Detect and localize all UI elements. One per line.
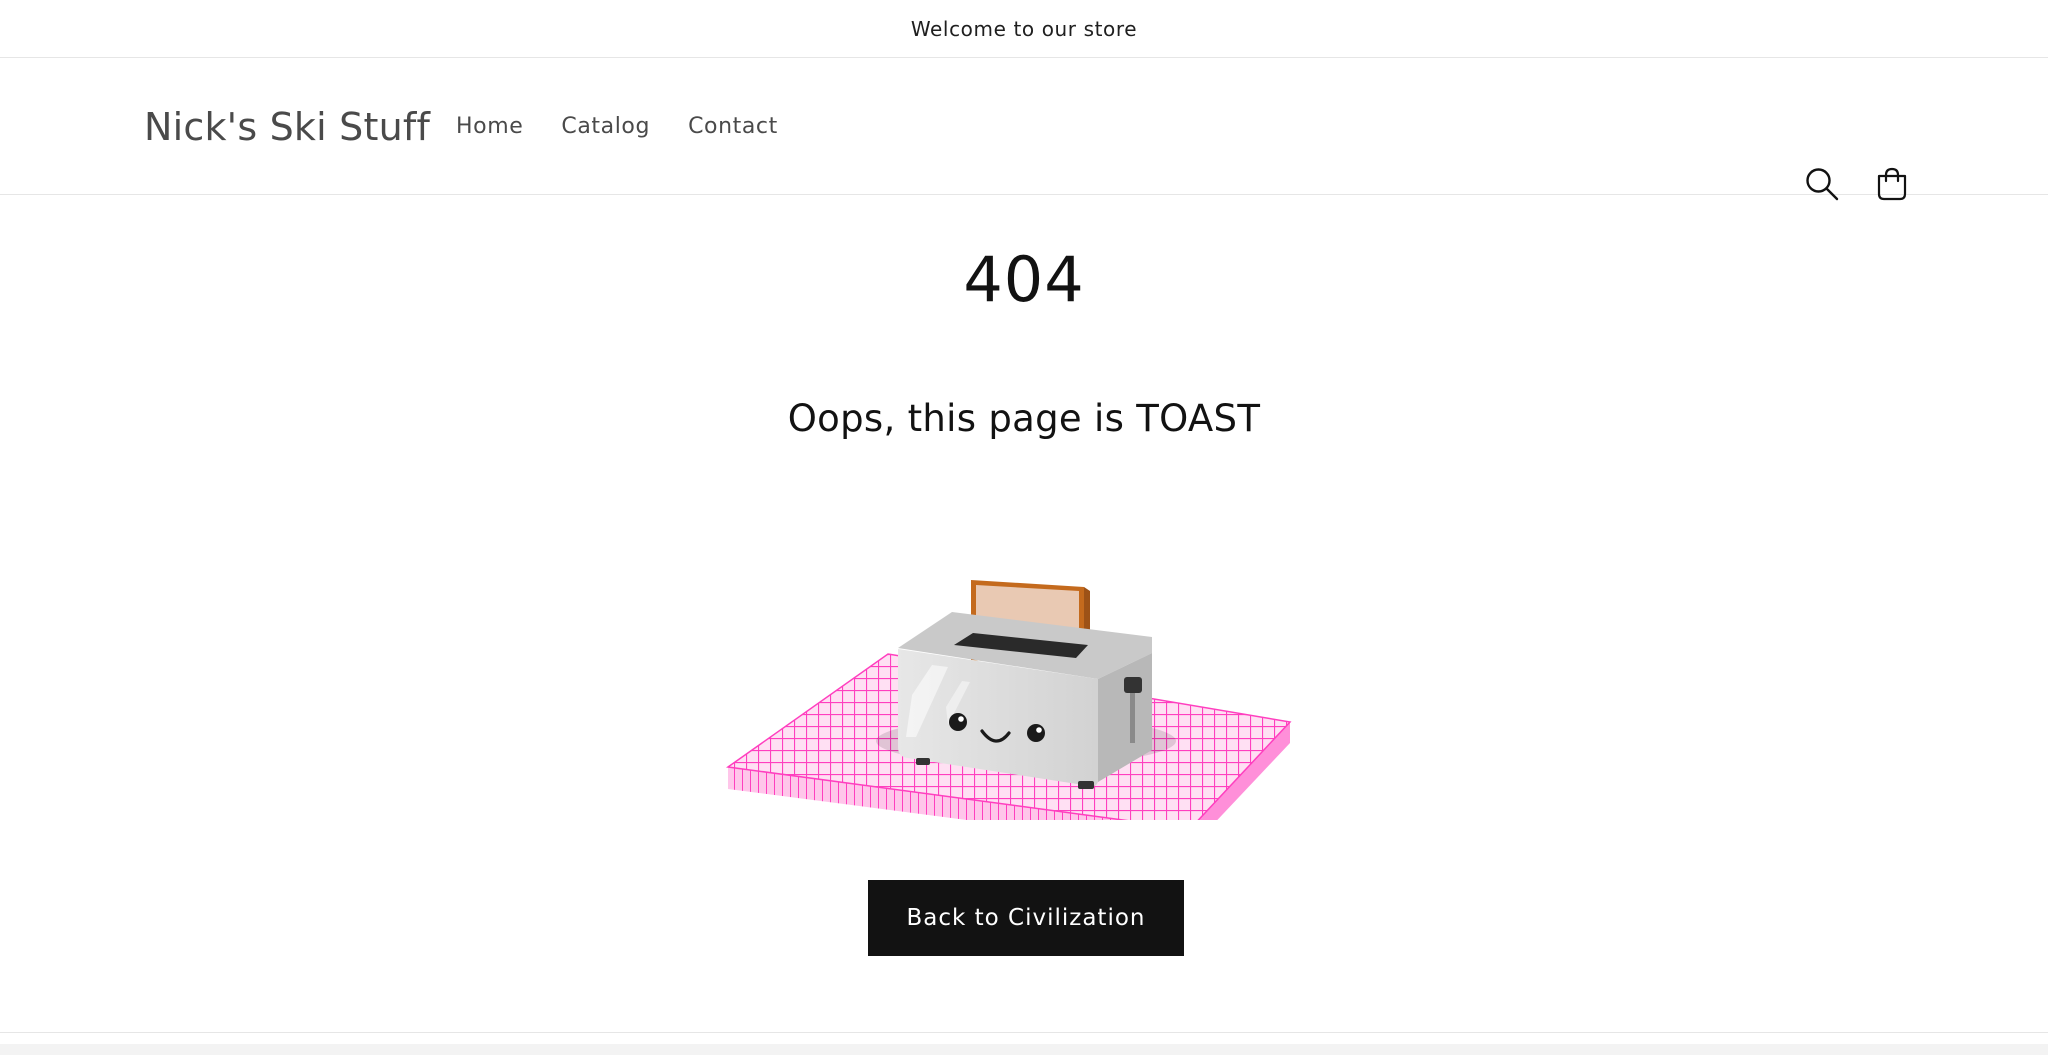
site-header: Nick's Ski Stuff Home Catalog Contact	[0, 58, 2048, 201]
toaster-illustration	[726, 580, 1292, 820]
error-code: 404	[963, 243, 1085, 316]
store-logo[interactable]: Nick's Ski Stuff	[144, 58, 430, 195]
main-nav: Home Catalog Contact	[456, 58, 816, 195]
nav-item-home[interactable]: Home	[456, 114, 523, 139]
main-content: 404 Oops, this page is TOAST Back to Civ…	[0, 195, 2048, 1055]
announcement-bar: Welcome to our store	[0, 0, 2048, 58]
error-message: Oops, this page is TOAST	[787, 397, 1261, 440]
footer-divider	[0, 1032, 2048, 1033]
nav-item-contact[interactable]: Contact	[688, 114, 778, 139]
back-to-civilization-button[interactable]: Back to Civilization	[868, 880, 1184, 956]
announcement-text: Welcome to our store	[910, 16, 1138, 41]
nav-item-catalog[interactable]: Catalog	[561, 114, 650, 139]
footer-strip	[0, 1044, 2048, 1055]
